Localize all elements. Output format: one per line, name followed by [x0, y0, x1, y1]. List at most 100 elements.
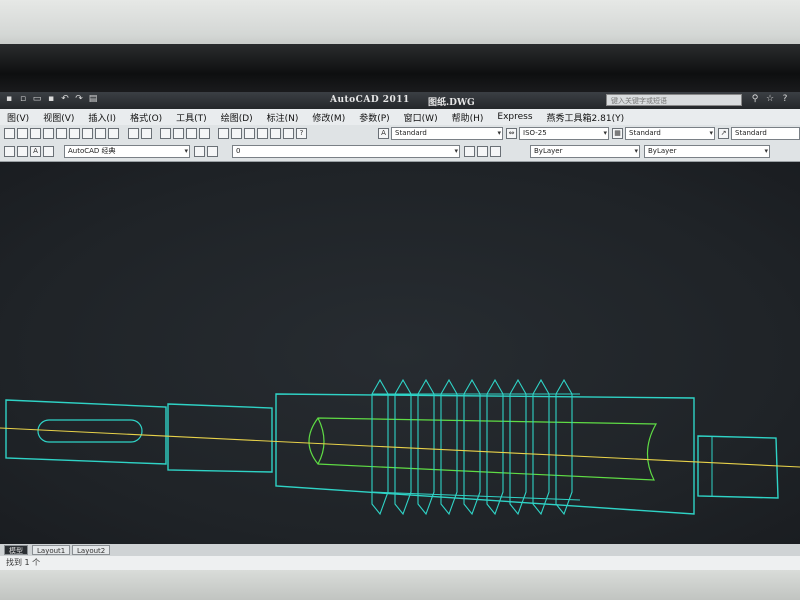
menu-item[interactable]: 燕秀工具箱2.81(Y) — [540, 111, 632, 124]
standard-toolbar: ? A Standard ▾ ⇔ ISO-25 ▾ ▦ Standard ▾ ↗ St… — [0, 125, 800, 144]
cut-icon[interactable] — [69, 128, 80, 139]
color-select[interactable]: ByLayer ▾ — [530, 145, 640, 158]
app-menu-icon[interactable]: ▪ — [4, 94, 14, 104]
zoom-realtime-icon[interactable] — [173, 128, 184, 139]
help-icon[interactable]: ? — [296, 128, 307, 139]
worm-tooth — [555, 378, 573, 516]
worm-tooth — [486, 378, 504, 516]
multileader-style-select[interactable]: Standard — [731, 127, 800, 140]
design-center-icon[interactable] — [231, 128, 242, 139]
chevron-down-icon: ▾ — [634, 147, 638, 155]
title-icons: ⚲ ☆ ? — [750, 94, 790, 104]
multileader-style-icon[interactable]: ↗ — [718, 128, 729, 139]
new-icon[interactable] — [4, 128, 15, 139]
zoom-window-icon[interactable] — [186, 128, 197, 139]
menu-item[interactable]: 窗口(W) — [397, 111, 445, 124]
layer-previous-icon[interactable] — [477, 146, 488, 157]
open-icon[interactable] — [17, 128, 28, 139]
print-icon[interactable]: ▤ — [88, 94, 98, 104]
make-current-icon[interactable] — [464, 146, 475, 157]
menu-bar: 图(V) 视图(V) 插入(I) 格式(O) 工具(T) 绘图(D) 标注(N)… — [0, 109, 800, 125]
text-style-select[interactable]: Standard ▾ — [391, 127, 503, 140]
file-name: 图纸.DWG — [428, 98, 475, 108]
mtext-icon[interactable] — [43, 146, 54, 157]
menu-item[interactable]: 绘图(D) — [214, 111, 260, 124]
menu-item[interactable]: 标注(N) — [260, 111, 306, 124]
worm-tooth — [440, 378, 458, 516]
worm-tooth — [463, 378, 481, 516]
sheet-set-icon[interactable] — [257, 128, 268, 139]
desk-surface — [0, 570, 800, 600]
copy-icon[interactable] — [82, 128, 93, 139]
tab-model[interactable]: 模型 — [4, 545, 28, 555]
undo-icon[interactable]: ↶ — [60, 94, 70, 104]
menu-item[interactable]: 工具(T) — [169, 111, 214, 124]
linetype-select[interactable]: ByLayer ▾ — [644, 145, 770, 158]
worm-tooth — [532, 378, 550, 516]
menu-item[interactable]: 格式(O) — [123, 111, 169, 124]
right-journal — [697, 435, 779, 499]
redo-icon[interactable] — [141, 128, 152, 139]
menu-item[interactable]: Express — [490, 112, 539, 122]
menu-item[interactable]: 帮助(H) — [445, 111, 491, 124]
chevron-down-icon: ▾ — [709, 129, 713, 137]
workspace-settings-icon[interactable] — [17, 146, 28, 157]
title-bar: ▪ ▫ ▭ ▪ ↶ ↷ ▤ AutoCAD 2011 图纸.DWG 键入关键字或… — [0, 92, 800, 109]
chevron-down-icon: ▾ — [184, 147, 188, 155]
menu-item[interactable]: 图(V) — [0, 111, 36, 124]
table-style-select[interactable]: Standard ▾ — [625, 127, 715, 140]
center-line — [0, 427, 800, 468]
dim-style-select[interactable]: ISO-25 ▾ — [519, 127, 609, 140]
zoom-previous-icon[interactable] — [199, 128, 210, 139]
calculator-icon[interactable] — [283, 128, 294, 139]
inner-cylinder-edge — [317, 417, 325, 465]
text-style-icon[interactable]: A — [378, 128, 389, 139]
worm-shaft-drawing — [0, 378, 800, 516]
chevron-down-icon: ▾ — [764, 147, 768, 155]
menu-item[interactable]: 视图(V) — [36, 111, 81, 124]
command-line[interactable]: 找到 1 个 — [0, 556, 800, 570]
settings-icon[interactable] — [194, 146, 205, 157]
save-icon[interactable] — [30, 128, 41, 139]
app-title: AutoCAD 2011 — [330, 95, 410, 105]
menu-item[interactable]: 修改(M) — [305, 111, 352, 124]
properties-icon[interactable] — [218, 128, 229, 139]
tool-palettes-icon[interactable] — [244, 128, 255, 139]
search-input[interactable]: 键入关键字或短语 — [606, 94, 742, 106]
drawing-canvas[interactable] — [0, 162, 800, 544]
redo-icon[interactable]: ↷ — [74, 94, 84, 104]
tab-layout2[interactable]: Layout2 — [72, 545, 111, 555]
new-file-icon[interactable]: ▫ — [18, 94, 28, 104]
binoculars-icon[interactable]: ⚲ — [750, 94, 760, 104]
pan-icon[interactable] — [160, 128, 171, 139]
layer-state-icon[interactable] — [490, 146, 501, 157]
help-icon[interactable]: ? — [780, 94, 790, 104]
worm-tooth — [509, 378, 527, 516]
save-icon[interactable]: ▪ — [46, 94, 56, 104]
plot-icon[interactable] — [43, 128, 54, 139]
menu-item[interactable]: 插入(I) — [81, 111, 123, 124]
styles-toolbar: A AutoCAD 经典 ▾ 0 ▾ ByLayer ▾ ByLayer ▾ — [0, 143, 800, 162]
tab-layout1[interactable]: Layout1 — [32, 545, 71, 555]
chevron-down-icon: ▾ — [454, 147, 458, 155]
layer-properties-icon[interactable] — [207, 146, 218, 157]
undo-icon[interactable] — [128, 128, 139, 139]
workspace-icon[interactable] — [4, 146, 15, 157]
text-icon[interactable]: A — [30, 146, 41, 157]
menu-item[interactable]: 参数(P) — [352, 111, 396, 124]
inner-cylinder — [308, 417, 658, 481]
markup-icon[interactable] — [270, 128, 281, 139]
open-file-icon[interactable]: ▭ — [32, 94, 42, 104]
star-icon[interactable]: ☆ — [765, 94, 775, 104]
preview-icon[interactable] — [56, 128, 67, 139]
workspace-select[interactable]: AutoCAD 经典 ▾ — [64, 145, 190, 158]
autocad-window: ▪ ▫ ▭ ▪ ↶ ↷ ▤ AutoCAD 2011 图纸.DWG 键入关键字或… — [0, 92, 800, 570]
match-properties-icon[interactable] — [108, 128, 119, 139]
dim-style-icon[interactable]: ⇔ — [506, 128, 517, 139]
table-style-icon[interactable]: ▦ — [612, 128, 623, 139]
paste-icon[interactable] — [95, 128, 106, 139]
monitor-bezel — [0, 44, 800, 94]
quick-access-toolbar: ▪ ▫ ▭ ▪ ↶ ↷ ▤ — [4, 94, 98, 104]
layer-select[interactable]: 0 ▾ — [232, 145, 460, 158]
layout-tabs: 模型 Layout1 Layout2 — [0, 544, 800, 556]
